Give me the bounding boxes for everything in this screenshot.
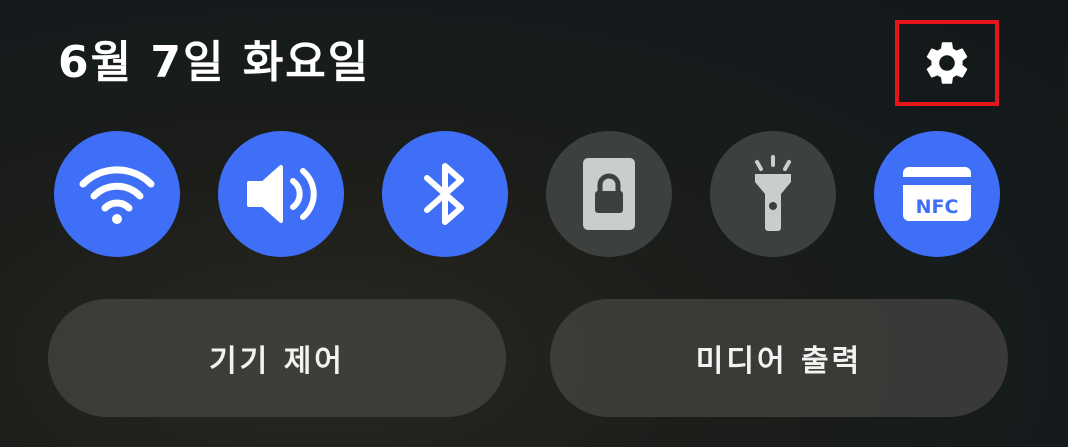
lock-icon [583,158,635,230]
device-control-label: 기기 제어 [209,344,345,379]
media-output-label: 미디어 출력 [695,344,863,379]
bluetooth-tile[interactable] [382,131,508,257]
screen-lock-tile[interactable] [546,131,672,257]
flashlight-icon [755,155,791,231]
nfc-icon: NFC [903,167,971,221]
quick-tiles-row: NFC [54,131,1000,257]
wifi-icon [79,166,155,224]
flashlight-tile[interactable] [710,131,836,257]
gear-icon [926,42,968,84]
wide-buttons-row: 기기 제어 미디어 출력 [48,299,1008,417]
wifi-tile[interactable] [54,131,180,257]
sound-tile[interactable] [218,131,344,257]
speaker-icon [247,165,317,223]
nfc-label: NFC [916,196,959,218]
date-text: 6월 7일 화요일 [58,37,371,88]
settings-button[interactable] [895,20,999,106]
device-control-button[interactable]: 기기 제어 [48,299,506,417]
bluetooth-icon [424,163,464,225]
nfc-tile[interactable]: NFC [874,131,1000,257]
media-output-button[interactable]: 미디어 출력 [550,299,1008,417]
quick-panel: 6월 7일 화요일 NFC 기기 제어 미디어 출력 [0,0,1068,447]
